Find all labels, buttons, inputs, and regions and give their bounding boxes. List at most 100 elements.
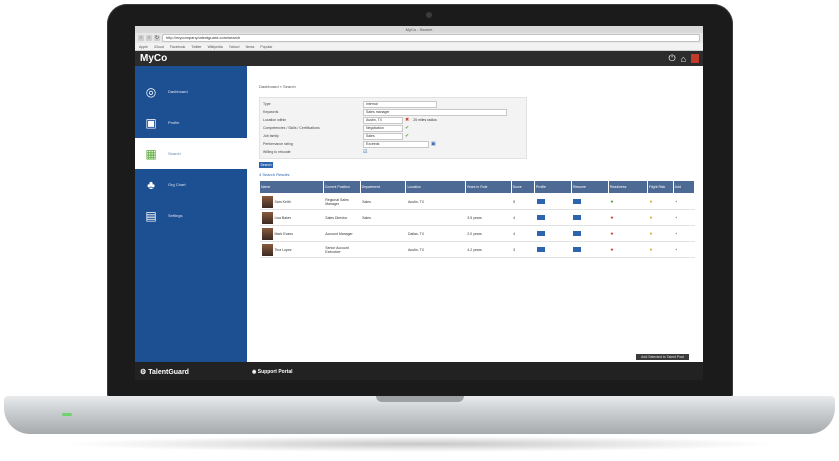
form-row: Job family Sales ✔	[263, 132, 523, 140]
person-name[interactable]: Lisa Baker	[275, 215, 292, 219]
window-title: MyCo - Search	[405, 27, 433, 32]
column-header[interactable]: Name	[259, 180, 324, 194]
result-count: 4 Search Results	[259, 172, 290, 177]
add-icon[interactable]: +	[675, 200, 677, 204]
settings-icon: ▤	[145, 208, 157, 223]
column-header[interactable]: Department	[359, 180, 407, 194]
job-family-input[interactable]: Sales	[363, 132, 403, 140]
keywords-input[interactable]: Sales manager	[363, 108, 507, 116]
column-header[interactable]: Current Position	[322, 180, 361, 194]
app-footer: ⚙ TalentGuard ◉ Support Portal	[135, 362, 703, 380]
bookmark[interactable]: Wikipedia	[208, 45, 223, 49]
readiness-icon: ●	[610, 198, 614, 205]
avatar	[261, 243, 273, 256]
readiness-icon: ●	[610, 230, 614, 237]
search-button[interactable]: Search	[259, 162, 273, 168]
bookmark[interactable]: Yahoo!	[229, 45, 240, 49]
resume-button[interactable]	[573, 198, 582, 204]
column-header[interactable]: Profile	[534, 180, 572, 194]
org-chart-icon: ♣	[147, 177, 155, 192]
radius-text: 25 miles radius	[413, 118, 437, 122]
column-header[interactable]: Flight Risk	[646, 180, 674, 194]
add-icon[interactable]: +	[675, 248, 677, 252]
years-cell: 2.0 years	[465, 225, 512, 242]
resume-button[interactable]	[573, 246, 582, 252]
profile-button[interactable]	[536, 214, 545, 220]
forward-icon[interactable]: ›	[146, 35, 152, 41]
form-row: Performance rating Exceeds ▣	[263, 140, 523, 148]
user-icon[interactable]	[691, 54, 699, 63]
bookmark[interactable]: Twitter	[191, 45, 201, 49]
sidebar-item-settings[interactable]: ▤ Settings	[135, 200, 247, 231]
bookmarks-bar: Apple iCloud Facebook Twitter Wikipedia …	[135, 43, 703, 51]
column-header[interactable]: Readiness	[607, 180, 648, 194]
sidebar-item-search[interactable]: ▦ Search	[135, 138, 247, 169]
form-row: Type Internal	[263, 100, 523, 108]
years-cell: 4.2 years	[465, 241, 512, 258]
search-form: Type Internal Keywords Sales manager Loc…	[259, 97, 527, 159]
remove-icon[interactable]: ✖	[405, 117, 409, 123]
competency-input[interactable]: Negotiation	[363, 124, 403, 132]
table-row[interactable]: Sam Keith Regional Sales Manager Sales A…	[259, 193, 695, 210]
bookmark[interactable]: Apple	[139, 45, 148, 49]
reload-icon[interactable]: ↻	[154, 35, 160, 41]
form-row: Keywords Sales manager	[263, 108, 523, 116]
position-cell: Sales Director	[323, 209, 361, 226]
years-cell: 3.5 years	[465, 209, 512, 226]
rating-select[interactable]: Exceeds	[363, 140, 429, 148]
add-icon[interactable]: +	[675, 232, 677, 236]
avatar	[261, 195, 273, 208]
position-cell: Senior Account Executive	[323, 241, 361, 258]
table-row[interactable]: Lisa Baker Sales Director Sales 3.5 year…	[259, 209, 695, 226]
power-icon[interactable]: ⏻	[668, 53, 675, 64]
profile-button[interactable]	[536, 230, 545, 236]
column-header[interactable]: Resume	[570, 180, 609, 194]
add-to-pool-button[interactable]: Add Selected to Talent Pool	[636, 354, 689, 360]
column-header[interactable]: Score	[510, 180, 536, 194]
laptop-notch	[376, 396, 464, 402]
profile-button[interactable]	[536, 198, 545, 204]
person-name[interactable]: Tina Lopez	[275, 247, 292, 251]
support-text: Support Portal	[257, 368, 293, 375]
breadcrumb[interactable]: Dashboard » Search	[259, 84, 703, 89]
location-cell: Austin, TX	[405, 193, 466, 210]
url-input[interactable]: http://mycompany.talentguard.com/search	[162, 34, 700, 42]
bookmark[interactable]: News	[246, 45, 255, 49]
relocate-checkbox[interactable]: ☑	[363, 149, 367, 155]
brand-logo[interactable]: ⚙ TalentGuard	[135, 368, 247, 376]
column-header[interactable]: Add	[672, 180, 696, 194]
browser-toolbar: ‹ › ↻ http://mycompany.talentguard.com/s…	[135, 33, 703, 43]
score-cell: 3	[511, 241, 535, 258]
department-cell: Sales	[360, 209, 406, 226]
support-link[interactable]: ◉ Support Portal	[247, 369, 293, 375]
app-logo[interactable]: MyCo	[140, 53, 167, 64]
profile-button[interactable]	[536, 246, 545, 252]
column-header[interactable]: Years in Role	[464, 180, 512, 194]
laptop-shadow	[60, 436, 780, 452]
sidebar-item-dashboard[interactable]: ◎ Dashboard	[135, 76, 247, 107]
resume-button[interactable]	[573, 230, 582, 236]
add-icon[interactable]: +	[675, 216, 677, 220]
check-icon: ✔	[405, 133, 410, 139]
score-cell: 4	[511, 209, 535, 226]
home-icon[interactable]: ⌂	[681, 54, 686, 64]
form-label: Job family	[263, 134, 279, 138]
location-input[interactable]: Austin, TX	[363, 116, 403, 124]
table-row[interactable]: Tina Lopez Senior Account Executive Aust…	[259, 241, 695, 258]
sidebar-item-profile[interactable]: ▣ Profile	[135, 107, 247, 138]
column-header[interactable]: Location	[405, 180, 466, 194]
person-name[interactable]: Mark Evans	[275, 231, 293, 235]
resume-button[interactable]	[573, 214, 582, 220]
type-select[interactable]: Internal	[363, 100, 437, 108]
sidebar-item-org-chart[interactable]: ♣ Org Chart	[135, 169, 247, 200]
bookmark[interactable]: iCloud	[154, 45, 164, 49]
sidebar-item-label: Profile	[168, 120, 180, 125]
form-label: Performance rating	[263, 142, 293, 146]
sidebar-item-label: Dashboard	[168, 89, 188, 94]
bookmark[interactable]: Popular	[260, 45, 272, 49]
back-icon[interactable]: ‹	[138, 35, 144, 41]
score-cell: 5	[511, 193, 535, 210]
table-row[interactable]: Mark Evans Account Manager Dallas, TX 2.…	[259, 225, 695, 242]
bookmark[interactable]: Facebook	[170, 45, 185, 49]
person-name[interactable]: Sam Keith	[275, 199, 291, 203]
